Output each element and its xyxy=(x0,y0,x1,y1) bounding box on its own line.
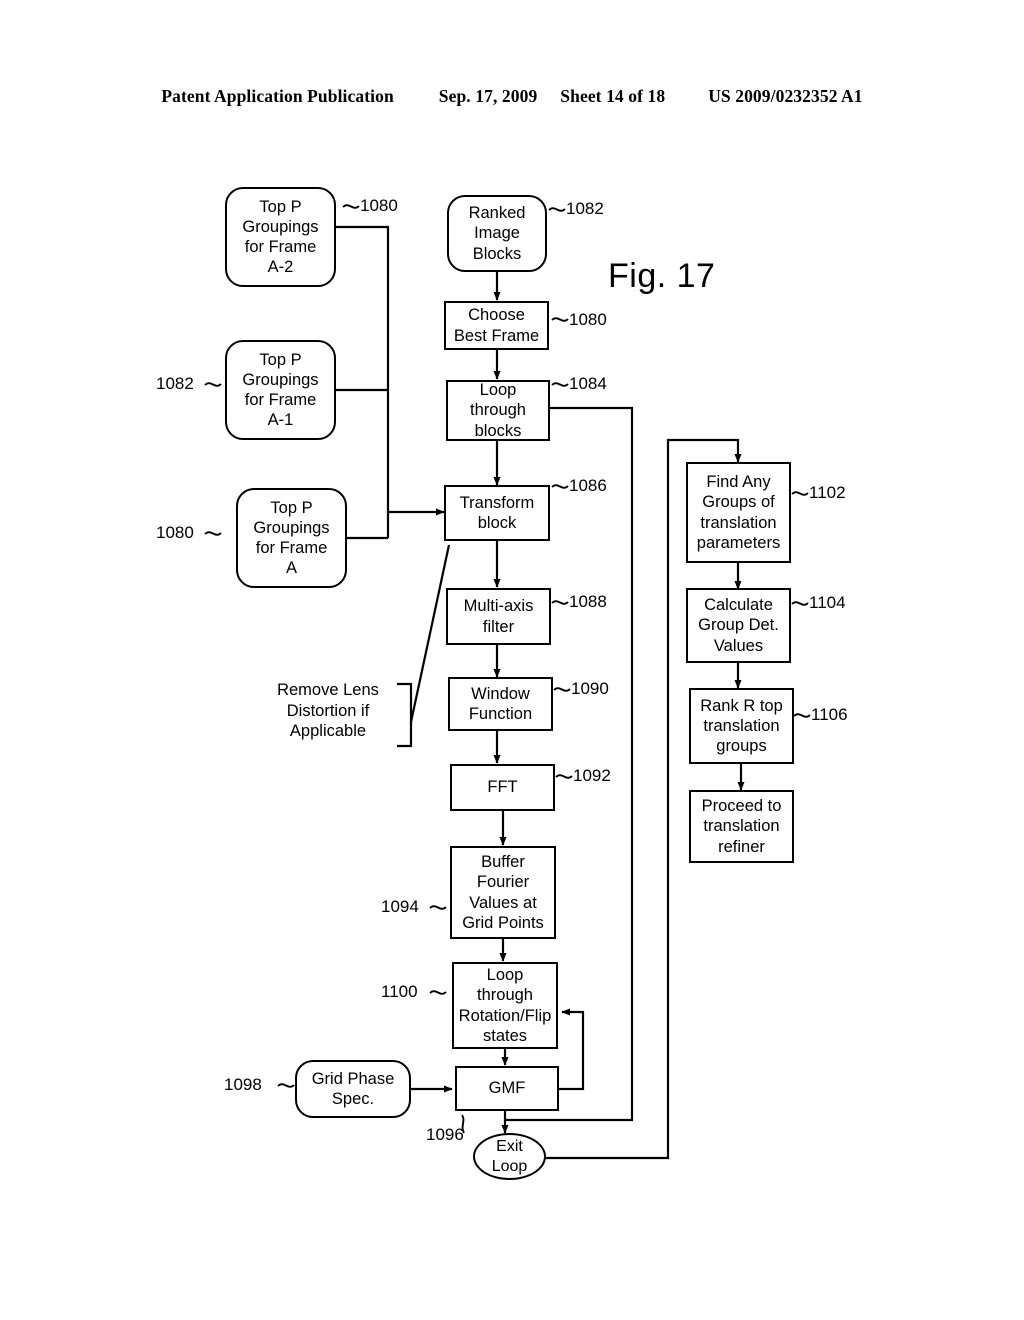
ref-numeral-1102-find-groups: 1102 xyxy=(809,483,846,502)
ref-numeral-1104-calculate: 1104 xyxy=(809,593,846,612)
node-gmf[interactable]: GMF xyxy=(455,1066,559,1111)
wire-a2-to-bus xyxy=(336,225,390,538)
ref-numeral-1082-a1: 1082 xyxy=(156,374,194,393)
header-date: Sep. 17, 2009 xyxy=(438,86,538,106)
header-sheet: Sheet 14 of 18 xyxy=(560,86,666,106)
label-remove-lens-distortion: Remove Lens Distortion if Applicable xyxy=(258,680,398,742)
figure-label: Fig. 17 xyxy=(608,257,716,295)
node-label: Top P Groupings for Frame A-1 xyxy=(242,350,319,430)
leader-ref-1100-looprot xyxy=(429,990,447,995)
leader-ref-1082-ranked xyxy=(548,207,566,212)
leader-ref-1094-buffer xyxy=(429,905,447,910)
ref-numeral-1094-buffer: 1094 xyxy=(381,897,419,916)
node-buffer-fourier-values[interactable]: Buffer Fourier Values at Grid Points xyxy=(450,846,556,939)
ref-numeral-1100-loop-rotation: 1100 xyxy=(381,982,418,1001)
leader-ref-1090-window xyxy=(553,687,571,692)
ref-numeral-1080-choose: 1080 xyxy=(569,310,607,329)
node-window-function[interactable]: Window Function xyxy=(448,677,553,731)
node-label: Window Function xyxy=(468,684,533,723)
node-loop-through-blocks[interactable]: Loop through blocks xyxy=(446,380,550,441)
node-top-p-groupings-frame-a1[interactable]: Top P Groupings for Frame A-1 xyxy=(225,340,336,440)
node-top-p-groupings-frame-a[interactable]: Top P Groupings for Frame A xyxy=(236,488,347,588)
patent-drawing-page: Patent Application Publication Sep. 17, … xyxy=(0,0,1024,1320)
node-label: Find Any Groups of translation parameters xyxy=(696,473,781,552)
node-ranked-image-blocks[interactable]: Ranked Image Blocks xyxy=(447,195,547,272)
node-calculate-group-det-values[interactable]: Calculate Group Det. Values xyxy=(686,588,791,663)
leader-ref-1084-loopblocks xyxy=(551,382,569,387)
node-label: Grid Phase Spec. xyxy=(311,1069,395,1108)
node-label: Exit Loop xyxy=(491,1137,528,1175)
wire-gmf-feedback-to-looprot xyxy=(558,1008,585,1091)
leader-ref-1106-rank xyxy=(793,713,811,718)
node-choose-best-frame[interactable]: Choose Best Frame xyxy=(444,301,549,350)
node-label: Loop through blocks xyxy=(470,381,526,440)
node-label: Rank R top translation groups xyxy=(700,696,783,756)
node-label: Multi-axis filter xyxy=(463,597,534,636)
ref-numeral-1080-a2: 1080 xyxy=(360,196,398,215)
node-label: Choose Best Frame xyxy=(453,306,540,345)
node-label: Buffer Fourier Values at Grid Points xyxy=(462,853,544,932)
leader-remove-lens-to-transform xyxy=(409,544,451,723)
node-label: Top P Groupings for Frame A xyxy=(253,498,330,578)
node-label: Top P Groupings for Frame A-2 xyxy=(242,197,319,277)
ref-numeral-1086-transform: 1086 xyxy=(569,476,607,495)
page-header: Patent Application Publication Sep. 17, … xyxy=(0,86,1024,107)
node-transform-block[interactable]: Transform block xyxy=(444,485,550,541)
ref-numeral-1098-grid-phase: 1098 xyxy=(224,1075,262,1094)
ref-numeral-1106-rank: 1106 xyxy=(811,705,848,724)
header-patent-number: US 2009/0232352 A1 xyxy=(708,86,863,106)
node-loop-rotation-flip-states[interactable]: Loop through Rotation/Flip states xyxy=(452,962,558,1049)
ref-numeral-1084-loop-blocks: 1084 xyxy=(569,374,607,393)
ref-numeral-1082-ranked: 1082 xyxy=(566,199,604,218)
node-label: Loop through Rotation/Flip states xyxy=(458,966,552,1045)
label-text: Remove Lens Distortion if Applicable xyxy=(277,681,379,741)
ref-numeral-1088-multi-axis: 1088 xyxy=(569,592,607,611)
header-publication: Patent Application Publication xyxy=(161,86,394,106)
node-multi-axis-filter[interactable]: Multi-axis filter xyxy=(446,588,551,645)
node-label: Ranked Image Blocks xyxy=(468,204,526,263)
leader-ref-1088-multiaxis xyxy=(551,600,569,605)
node-fft[interactable]: FFT xyxy=(450,764,555,811)
node-find-any-groups-translation[interactable]: Find Any Groups of translation parameters xyxy=(686,462,791,563)
ref-numeral-1092-fft: 1092 xyxy=(573,766,611,785)
leader-ref-1082-a1 xyxy=(204,382,222,387)
node-label: FFT xyxy=(487,778,518,797)
leader-ref-1098-gridphase xyxy=(277,1083,295,1088)
leader-ref-1080-choose xyxy=(551,317,569,322)
leader-ref-1086-transform xyxy=(551,484,569,489)
node-top-p-groupings-frame-a2[interactable]: Top P Groupings for Frame A-2 xyxy=(225,187,336,287)
leader-ref-1080-a xyxy=(204,531,222,536)
leader-ref-1104-calculate xyxy=(791,601,809,606)
ref-numeral-1090-window: 1090 xyxy=(571,679,609,698)
node-exit-loop[interactable]: Exit Loop xyxy=(473,1133,546,1180)
node-label: Transform block xyxy=(459,493,535,532)
ref-numeral-1096-gmf: 1096 xyxy=(426,1125,464,1144)
leader-ref-1092-fft xyxy=(555,774,573,779)
node-label: GMF xyxy=(488,1079,526,1098)
node-rank-r-top-translation-groups[interactable]: Rank R top translation groups xyxy=(689,688,794,764)
node-label: Proceed to translation refiner xyxy=(701,797,782,856)
node-grid-phase-spec[interactable]: Grid Phase Spec. xyxy=(295,1060,411,1118)
node-proceed-to-translation-refiner[interactable]: Proceed to translation refiner xyxy=(689,790,794,863)
bracket-remove-lens xyxy=(397,682,413,748)
node-label: Calculate Group Det. Values xyxy=(698,596,779,655)
leader-ref-1080-a2 xyxy=(342,204,360,209)
ref-numeral-1080-a: 1080 xyxy=(156,523,194,542)
leader-ref-1102-findgroups xyxy=(791,491,809,496)
